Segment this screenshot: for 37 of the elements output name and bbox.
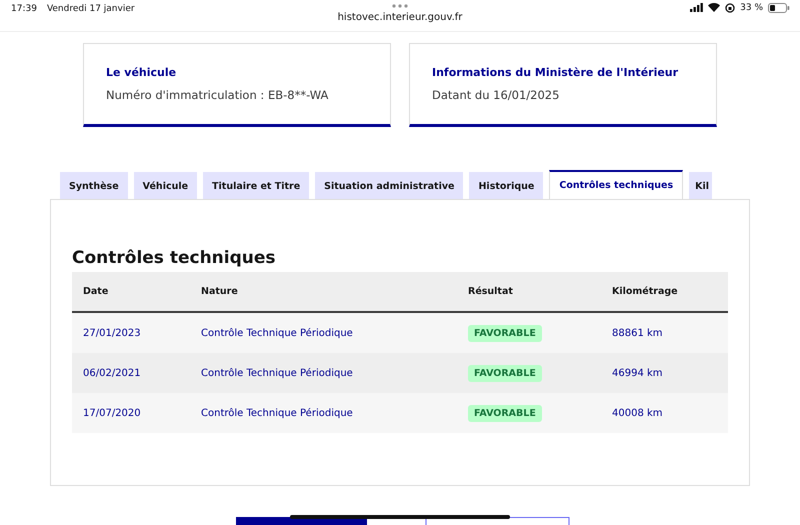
clock-time: 17:39 xyxy=(11,4,37,16)
nature-cell-text: Contrôle Technique Périodique xyxy=(200,328,354,338)
result-badge: FAVORABLE xyxy=(468,364,542,382)
battery-percent: 33 % xyxy=(740,3,763,13)
tab[interactable]: Synthèse xyxy=(60,172,128,199)
wifi-icon xyxy=(708,3,720,12)
card-title: Le véhicule xyxy=(106,66,178,79)
mileage-cell-text: 88861 km xyxy=(611,328,664,338)
orientation-lock-icon xyxy=(725,3,736,13)
tab[interactable]: Situation administrative xyxy=(315,172,464,199)
column-header: Nature xyxy=(200,286,239,297)
tab[interactable]: Kil xyxy=(689,172,712,199)
card-title: Informations du Ministère de l'Intérieur xyxy=(432,66,680,79)
more-icon[interactable] xyxy=(392,4,408,8)
date-cell-text: 06/02/2021 xyxy=(82,368,142,378)
tab[interactable]: Historique xyxy=(469,172,544,199)
mileage-cell-text: 40008 km xyxy=(611,408,664,418)
signal-icon xyxy=(690,3,704,12)
url-text[interactable]: histovec.interieur.gouv.fr xyxy=(338,12,462,23)
card-text: Datant du 16/01/2025 xyxy=(432,88,560,102)
tab[interactable]: Titulaire et Titre xyxy=(203,172,310,199)
card-text: Numéro d'immatriculation : EB-8**-WA xyxy=(106,88,330,102)
tab[interactable]: Contrôles techniques xyxy=(549,170,684,199)
nature-cell-text: Contrôle Technique Périodique xyxy=(200,408,354,418)
column-header: Date xyxy=(82,286,110,297)
result-badge: FAVORABLE xyxy=(468,324,542,342)
battery-icon xyxy=(768,3,790,13)
date-text: Vendredi 17 janvier xyxy=(46,4,135,16)
mileage-cell-text: 46994 km xyxy=(611,368,664,378)
result-badge: FAVORABLE xyxy=(468,404,542,422)
date-cell-text: 27/01/2023 xyxy=(82,328,142,338)
column-header: Résultat xyxy=(467,286,514,297)
column-header: Kilométrage xyxy=(611,286,679,297)
section-title: Contrôles techniques xyxy=(72,248,277,268)
date-cell-text: 17/07/2020 xyxy=(82,408,142,418)
nature-cell-text: Contrôle Technique Périodique xyxy=(200,368,354,378)
tab[interactable]: Véhicule xyxy=(134,172,198,199)
